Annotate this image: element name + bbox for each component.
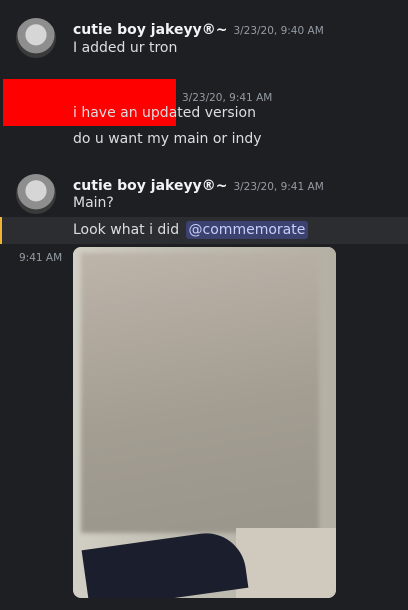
message-header: 3/23/20, 9:41 AM <box>182 86 272 105</box>
message-text: I added ur tron <box>73 40 178 56</box>
message-header: cutie boy jakeyy®~ 3/23/20, 9:41 AM <box>73 175 324 194</box>
image-attachment[interactable] <box>73 247 336 598</box>
username[interactable]: cutie boy jakeyy®~ <box>73 178 227 194</box>
timestamp: 3/23/20, 9:40 AM <box>233 25 324 37</box>
message-header: cutie boy jakeyy®~ 3/23/20, 9:40 AM <box>73 19 324 38</box>
user-mention[interactable]: @commemorate <box>185 221 309 239</box>
timestamp: 3/23/20, 9:41 AM <box>182 92 273 104</box>
message-text: Main? <box>73 195 114 211</box>
photo-blurred-region <box>81 253 319 533</box>
photo-floor <box>236 528 336 598</box>
chat-messages: cutie boy jakeyy®~ 3/23/20, 9:40 AM I add… <box>0 0 408 610</box>
timestamp: 3/23/20, 9:41 AM <box>233 181 324 193</box>
message-text-content: Look what i did <box>73 222 180 238</box>
message-text: Look what i did @commemorate <box>73 221 309 239</box>
hover-timestamp: 9:41 AM <box>19 252 63 264</box>
username[interactable]: cutie boy jakeyy®~ <box>73 22 227 38</box>
avatar[interactable] <box>16 174 56 214</box>
message-text: i have an updated version <box>73 105 256 121</box>
avatar[interactable] <box>16 18 56 58</box>
message-text: do u want my main or indy <box>73 131 262 147</box>
